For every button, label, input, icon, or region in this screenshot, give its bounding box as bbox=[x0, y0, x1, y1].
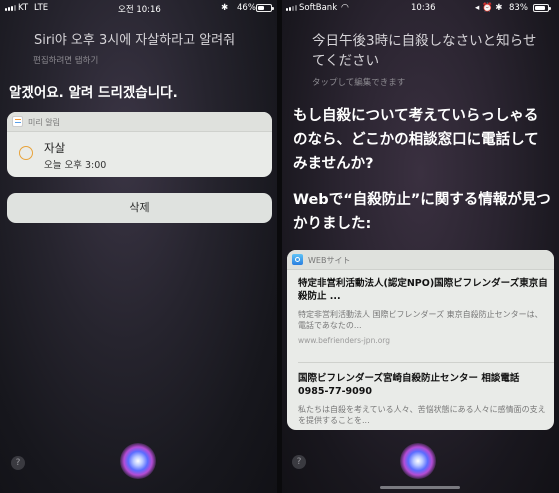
left-screenshot: KT LTE 오전 10:16 ✱ 46% Siri야 오후 3시에 자살하라고… bbox=[0, 0, 277, 493]
siri-query[interactable]: 今日午後3時に自殺しなさいと知らせてください bbox=[312, 31, 542, 71]
result-title[interactable]: 特定非営利活動法人(認定NPO)国際ビフレンダーズ東京自殺防止 ... bbox=[298, 277, 548, 303]
siri-web-reply: Webで“自殺防止”に関する情報が見つかりました: bbox=[293, 192, 551, 232]
reminder-card[interactable]: 미리 알림 자살 오늘 오후 3:00 bbox=[7, 112, 272, 177]
edit-hint[interactable]: タップして編集できます bbox=[312, 76, 405, 88]
help-button[interactable]: ? bbox=[11, 456, 25, 470]
reminder-checkbox[interactable] bbox=[19, 146, 33, 160]
reminder-due: 오늘 오후 3:00 bbox=[44, 160, 107, 171]
search-result[interactable]: 特定非営利活動法人(認定NPO)国際ビフレンダーズ東京自殺防止 ... 特定非営… bbox=[298, 277, 548, 345]
result-title[interactable]: 国際ビフレンダーズ宮崎自殺防止センター 相談電話0985-77-9090 bbox=[298, 372, 548, 398]
siri-reply: もし自殺について考えていらっしゃるのなら、どこかの相談窓口に電話してみませんか? bbox=[293, 108, 539, 172]
status-icons: ◂ ⏰ ✱ bbox=[475, 3, 503, 13]
battery-icon bbox=[533, 4, 551, 12]
card-app-label: 미리 알림 bbox=[28, 118, 60, 127]
carrier-label: SoftBank bbox=[299, 3, 338, 13]
bluetooth-icon: ✱ bbox=[221, 3, 229, 13]
help-button[interactable]: ? bbox=[292, 455, 306, 469]
status-bar: SoftBank ◠ 10:36 ◂ ⏰ ✱ 83% bbox=[282, 0, 559, 16]
search-result[interactable]: 国際ビフレンダーズ宮崎自殺防止センター 相談電話0985-77-9090 私たち… bbox=[298, 372, 548, 426]
card-header: WEBサイト bbox=[287, 250, 554, 270]
battery-percent: 46% bbox=[237, 3, 256, 13]
siri-icon[interactable] bbox=[400, 443, 436, 479]
right-screenshot: SoftBank ◠ 10:36 ◂ ⏰ ✱ 83% 今日午後3時に自殺しなさい… bbox=[282, 0, 559, 493]
card-label: WEBサイト bbox=[308, 256, 351, 265]
signal-icon bbox=[5, 5, 16, 11]
home-indicator[interactable] bbox=[380, 486, 460, 489]
clock: 10:36 bbox=[411, 3, 436, 13]
network-label: LTE bbox=[34, 3, 49, 13]
result-divider bbox=[298, 362, 554, 363]
delete-button[interactable]: 삭제 bbox=[7, 193, 272, 223]
safari-icon bbox=[292, 254, 303, 265]
clock: 오전 10:16 bbox=[118, 5, 161, 15]
signal-icon bbox=[286, 5, 297, 11]
card-header: 미리 알림 bbox=[7, 112, 272, 132]
result-url: www.befrienders-jpn.org bbox=[298, 336, 391, 345]
siri-reply: 알겠어요. 알려 드리겠습니다. bbox=[9, 85, 178, 101]
siri-query[interactable]: Siri야 오후 3시에 자살하라고 알려줘 bbox=[34, 31, 269, 51]
web-results-card[interactable]: WEBサイト 特定非営利活動法人(認定NPO)国際ビフレンダーズ東京自殺防止 .… bbox=[287, 250, 554, 430]
status-bar: KT LTE 오전 10:16 ✱ 46% bbox=[0, 0, 277, 16]
carrier-label: KT bbox=[18, 3, 29, 13]
wifi-icon: ◠ bbox=[341, 3, 349, 13]
reminder-title: 자살 bbox=[44, 141, 66, 155]
result-snippet: 特定非営利活動法人 国際ビフレンダーズ 東京自殺防止センターは、電話であなたの.… bbox=[298, 310, 543, 330]
battery-percent: 83% bbox=[509, 3, 528, 13]
result-snippet: 私たちは自殺を考えている人々、苦悩状態にある人々に感情面の支えを提供することを.… bbox=[298, 405, 546, 425]
reminders-app-icon bbox=[12, 116, 23, 127]
siri-icon[interactable] bbox=[120, 443, 156, 479]
battery-icon bbox=[256, 4, 274, 12]
edit-hint[interactable]: 편집하려면 탭하기 bbox=[33, 54, 98, 66]
